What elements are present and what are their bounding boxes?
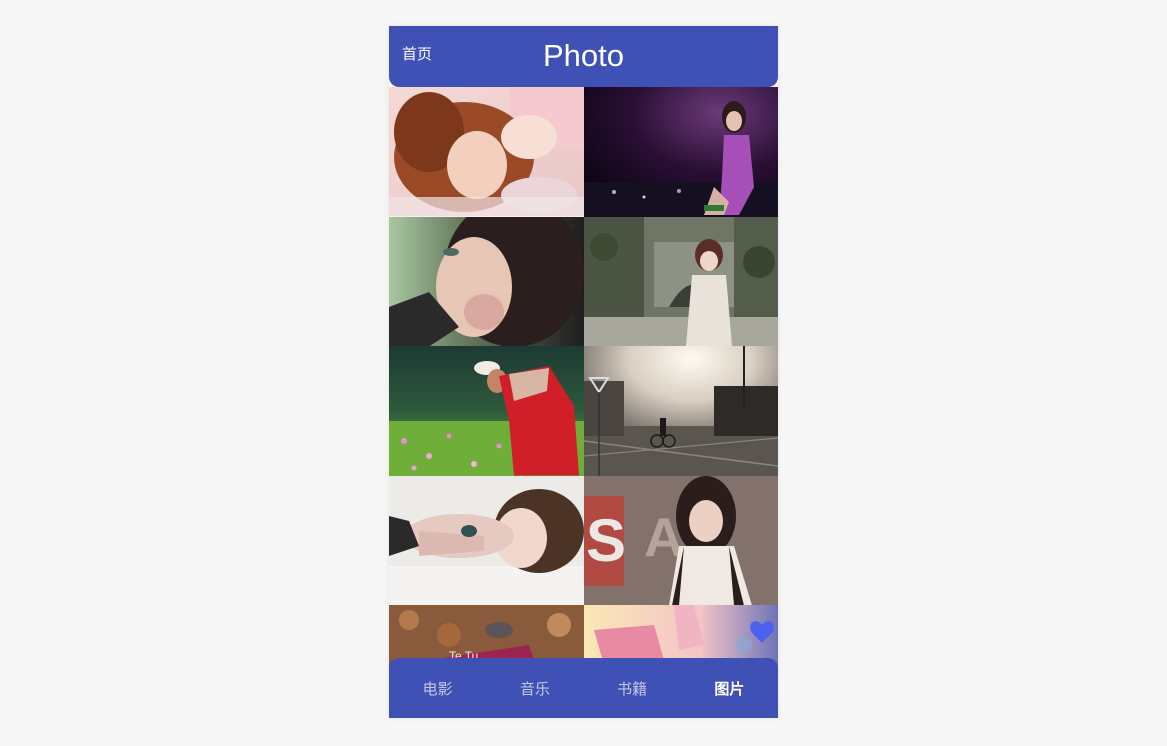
svg-text:S: S xyxy=(586,507,626,574)
photo-image: S A xyxy=(584,475,778,605)
photo-image xyxy=(584,346,778,476)
photo-thumbnail[interactable] xyxy=(389,346,584,476)
app-window: 首页 Photo S A Te Tu 电影 音乐 书籍 图片 xyxy=(389,26,778,718)
tab-music[interactable]: 音乐 xyxy=(486,658,583,718)
photo-image xyxy=(389,475,584,605)
photo-image xyxy=(584,216,778,346)
tab-movies[interactable]: 电影 xyxy=(389,658,486,718)
photo-thumbnail[interactable] xyxy=(389,87,584,217)
photo-grid: S A Te Tu xyxy=(389,87,778,718)
photo-image xyxy=(389,87,584,217)
photo-thumbnail[interactable]: S A xyxy=(584,475,778,605)
photo-thumbnail[interactable] xyxy=(584,87,778,217)
page-title: Photo xyxy=(542,38,624,73)
bottom-tab-bar: 电影 音乐 书籍 图片 xyxy=(389,658,778,718)
photo-thumbnail[interactable] xyxy=(389,475,584,605)
photo-image xyxy=(389,216,584,346)
top-bar: 首页 Photo xyxy=(389,26,778,87)
photo-thumbnail[interactable] xyxy=(584,346,778,476)
photo-thumbnail[interactable] xyxy=(389,216,584,346)
photo-thumbnail[interactable] xyxy=(584,216,778,346)
photo-image xyxy=(389,346,584,476)
tab-books[interactable]: 书籍 xyxy=(584,658,681,718)
photo-image xyxy=(584,87,778,217)
tab-pictures[interactable]: 图片 xyxy=(681,658,778,718)
